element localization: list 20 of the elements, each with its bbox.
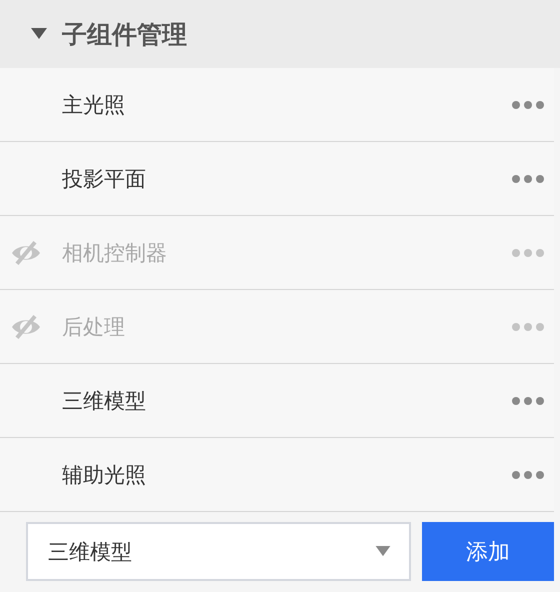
more-icon[interactable] — [511, 470, 545, 480]
item-name: 主光照 — [62, 92, 126, 118]
caret-icon — [31, 28, 47, 40]
hidden-eye-icon[interactable] — [10, 314, 42, 338]
type-select[interactable]: 三维模型 — [26, 522, 411, 581]
hidden-eye-icon[interactable] — [10, 240, 42, 264]
section-header[interactable]: 子组件管理 — [0, 0, 560, 68]
more-icon[interactable] — [511, 174, 545, 184]
add-button[interactable]: 添加 — [422, 522, 554, 581]
more-icon[interactable] — [511, 396, 545, 406]
item-name: 后处理 — [62, 314, 126, 340]
more-icon[interactable] — [511, 248, 545, 258]
item-name: 投影平面 — [62, 166, 147, 192]
dropdown-caret-icon — [375, 546, 391, 557]
item-name: 相机控制器 — [62, 240, 168, 266]
more-icon[interactable] — [511, 322, 545, 332]
item-name: 三维模型 — [62, 388, 147, 414]
item-name: 辅助光照 — [62, 462, 147, 488]
more-icon[interactable] — [511, 100, 545, 110]
section-title: 子组件管理 — [62, 18, 187, 50]
